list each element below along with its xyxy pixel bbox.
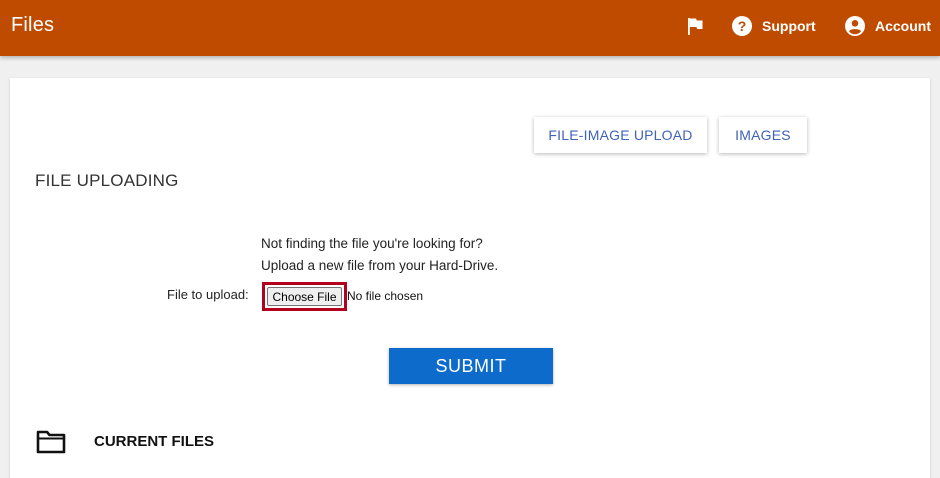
- account-circle-icon: [845, 16, 865, 36]
- choose-file-button[interactable]: Choose File: [267, 287, 342, 306]
- submit-button[interactable]: SUBMIT: [389, 348, 553, 384]
- choose-file-highlight: Choose File: [262, 282, 347, 311]
- support-label: Support: [762, 18, 816, 34]
- svg-text:?: ?: [738, 18, 747, 34]
- images-button[interactable]: IMAGES: [719, 117, 807, 153]
- flag-icon: [688, 18, 703, 35]
- upload-hint-line-1: Not finding the file you're looking for?: [261, 236, 483, 251]
- app-bar: Files ? Support Account: [0, 0, 940, 56]
- help-circle-icon: ?: [732, 16, 752, 36]
- account-label: Account: [875, 18, 931, 34]
- support-button[interactable]: ? Support: [731, 13, 816, 39]
- folder-icon: [36, 430, 66, 454]
- account-button[interactable]: Account: [844, 13, 931, 39]
- content-card: FILE-IMAGE UPLOAD IMAGES FILE UPLOADING …: [10, 78, 930, 478]
- section-title: FILE UPLOADING: [35, 171, 179, 190]
- flag-button[interactable]: [684, 15, 706, 37]
- app-title: Files: [11, 14, 55, 36]
- file-image-upload-button[interactable]: FILE-IMAGE UPLOAD: [534, 117, 707, 153]
- no-file-chosen-text: No file chosen: [347, 289, 424, 303]
- current-files-heading: CURRENT FILES: [94, 433, 214, 450]
- file-to-upload-label: File to upload:: [167, 287, 249, 302]
- upload-hint-line-2: Upload a new file from your Hard-Drive.: [261, 258, 499, 273]
